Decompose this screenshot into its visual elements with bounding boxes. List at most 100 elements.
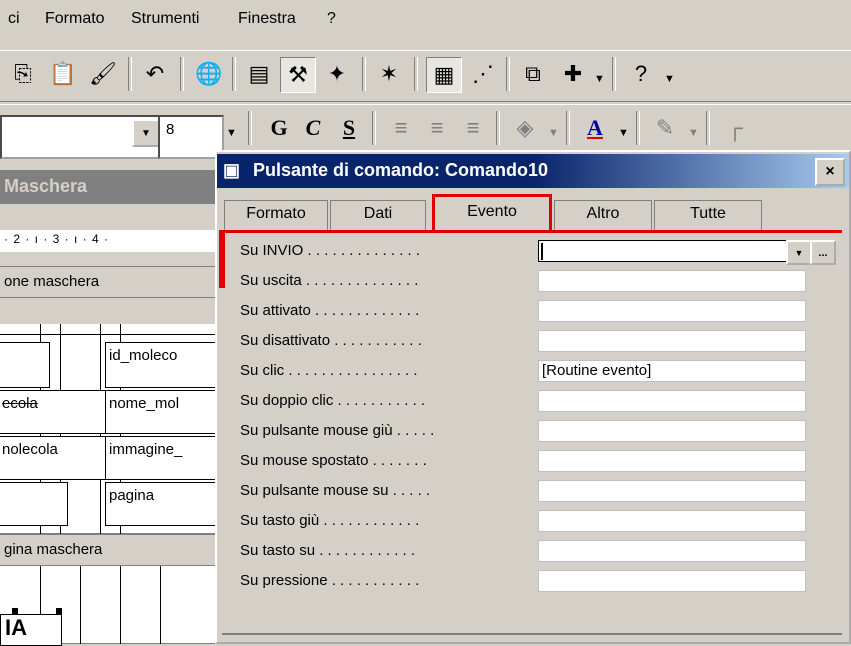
property-label: Su pulsante mouse giù . . . . .	[240, 422, 435, 439]
property-value-field[interactable]: [Routine evento]	[538, 360, 806, 382]
property-row[interactable]: Su INVIO . . . . . . . . . . . . . . ▼ .…	[240, 240, 840, 266]
detail-section[interactable]: id_moleco ecola nome_mol nolecola immagi…	[0, 324, 225, 534]
menu-item-strumenti-partial[interactable]: ci	[8, 10, 20, 28]
fill-color-icon[interactable]: ◈	[508, 111, 542, 145]
textbox-id-molecola[interactable]: id_moleco	[105, 342, 225, 388]
property-row[interactable]: Su tasto giù . . . . . . . . . . . .	[240, 510, 840, 536]
property-row[interactable]: Su pulsante mouse su . . . . .	[240, 480, 840, 506]
textbox-nome-molecola[interactable]: nome_mol	[105, 390, 225, 434]
selection-handle-icon[interactable]	[56, 608, 62, 614]
help-icon[interactable]: ?	[624, 57, 658, 91]
menu-item-formato[interactable]: Formato	[45, 10, 105, 28]
property-value-field[interactable]	[538, 330, 806, 352]
property-value-field[interactable]	[538, 540, 806, 562]
undo-icon[interactable]: ↶	[138, 57, 172, 91]
code-icon[interactable]: ✶	[372, 57, 406, 91]
property-row[interactable]: Su clic . . . . . . . . . . . . . . . . …	[240, 360, 840, 386]
paste-icon[interactable]: 📋	[46, 57, 80, 91]
property-label: Su tasto su . . . . . . . . . . . .	[240, 542, 416, 559]
copy-icon[interactable]: ⎘	[6, 57, 40, 91]
label-molecola[interactable]: ecola	[0, 390, 108, 434]
dialog-bottom-edge	[222, 633, 842, 635]
property-row[interactable]: Su doppio clic . . . . . . . . . . .	[240, 390, 840, 416]
chevron-down-icon[interactable]: ▼	[132, 119, 160, 147]
property-value-field[interactable]	[538, 510, 806, 532]
label-immagine-molecola[interactable]: nolecola	[0, 436, 108, 480]
property-label: Su clic . . . . . . . . . . . . . . . .	[240, 362, 418, 379]
tab-evento[interactable]: Evento	[432, 194, 552, 230]
property-value-field[interactable]	[538, 270, 806, 292]
text-caret	[541, 243, 543, 260]
menu-item-help[interactable]: ?	[327, 10, 336, 28]
form-header-section[interactable]: one maschera	[0, 266, 215, 298]
italic-button[interactable]: C	[296, 111, 330, 145]
standard-toolbar: ⎘ 📋 🖌 ↶ 🌐 ▤ ⚒ ✦ ✶ ▦ ⋰ ⧉ ✚ ▼ ? ▼	[0, 50, 851, 102]
line-color-icon[interactable]: ✎	[648, 111, 682, 145]
align-right-icon[interactable]: ≡	[456, 111, 490, 145]
property-row[interactable]: Su pulsante mouse giù . . . . .	[240, 420, 840, 446]
horizontal-ruler: · 2 · ı · 3 · ı · 4 ·	[0, 230, 215, 252]
chevron-down-icon[interactable]: ▼	[226, 127, 237, 139]
dropdown-button[interactable]: ▼	[786, 240, 812, 265]
border-width-icon[interactable]: ┌	[718, 111, 752, 145]
chevron-down-icon[interactable]: ▼	[548, 127, 559, 139]
menu-item-strumenti[interactable]: Strumenti	[131, 10, 199, 28]
property-label: Su doppio clic . . . . . . . . . . .	[240, 392, 426, 409]
label-control[interactable]	[0, 482, 68, 526]
property-label: Su tasto giù . . . . . . . . . . . .	[240, 512, 420, 529]
font-color-button[interactable]: A	[578, 111, 612, 145]
textbox-pagina[interactable]: pagina	[105, 482, 225, 526]
property-label: Su uscita . . . . . . . . . . . . . .	[240, 272, 419, 289]
label-control[interactable]	[0, 342, 50, 388]
property-label: Su disattivato . . . . . . . . . . .	[240, 332, 422, 349]
property-value-field[interactable]	[538, 570, 806, 592]
database-window-icon[interactable]: ⧉	[516, 57, 550, 91]
footer-control[interactable]: IA	[0, 614, 62, 646]
field-list-icon[interactable]: ▤	[242, 57, 276, 91]
menu-item-finestra[interactable]: Finestra	[238, 10, 296, 28]
textbox-immagine[interactable]: immagine_	[105, 436, 225, 480]
property-value-field[interactable]	[538, 450, 806, 472]
property-row[interactable]: Su mouse spostato . . . . . . .	[240, 450, 840, 476]
underline-button[interactable]: S	[332, 111, 366, 145]
tab-tutte[interactable]: Tutte	[654, 200, 762, 230]
tab-altro[interactable]: Altro	[554, 200, 652, 230]
property-row[interactable]: Su disattivato . . . . . . . . . . .	[240, 330, 840, 356]
property-row[interactable]: Su attivato . . . . . . . . . . . . .	[240, 300, 840, 326]
property-label: Su attivato . . . . . . . . . . . . .	[240, 302, 420, 319]
builder-button[interactable]: ...	[810, 240, 836, 265]
help-dropdown-icon[interactable]: ▼	[664, 73, 675, 85]
chevron-down-icon[interactable]: ▼	[688, 127, 699, 139]
toolbox-icon[interactable]: ⚒	[280, 57, 316, 93]
form-footer-section[interactable]: gina maschera	[0, 534, 215, 566]
new-object-icon[interactable]: ✚	[556, 57, 590, 91]
properties-icon[interactable]: ▦	[426, 57, 462, 93]
property-value-field[interactable]	[538, 480, 806, 502]
footer-section-area[interactable]: IA	[0, 566, 215, 646]
property-value-field[interactable]	[538, 300, 806, 322]
hyperlink-icon[interactable]: 🌐	[192, 57, 226, 91]
autoformat-icon[interactable]: ✦	[320, 57, 354, 91]
form-window-title: Maschera	[0, 170, 215, 204]
format-painter-icon[interactable]: 🖌	[86, 57, 120, 91]
menu-bar: ci Formato Strumenti Finestra ?	[0, 0, 851, 40]
tab-dati[interactable]: Dati	[330, 200, 426, 230]
selection-handle-icon[interactable]	[12, 608, 18, 614]
align-left-icon[interactable]: ≡	[384, 111, 418, 145]
dialog-title-bar[interactable]: ▣ Pulsante di comando: Comando10 ×	[217, 154, 849, 188]
font-name-combo[interactable]: ▼	[0, 115, 164, 159]
property-row[interactable]: Su pressione . . . . . . . . . . .	[240, 570, 840, 596]
align-center-icon[interactable]: ≡	[420, 111, 454, 145]
tab-formato[interactable]: Formato	[224, 200, 328, 230]
new-object-dropdown-icon[interactable]: ▼	[594, 73, 605, 85]
build-icon[interactable]: ⋰	[466, 57, 500, 91]
formatting-toolbar: ▼ 8 ▼ G C S ≡ ≡ ≡ ◈ ▼ A ▼ ✎ ▼ ┌	[0, 104, 851, 159]
bold-button[interactable]: G	[262, 111, 296, 145]
close-button[interactable]: ×	[815, 158, 845, 186]
property-row[interactable]: Su uscita . . . . . . . . . . . . . .	[240, 270, 840, 296]
command-button-icon: ▣	[223, 160, 241, 180]
property-row[interactable]: Su tasto su . . . . . . . . . . . .	[240, 540, 840, 566]
property-value-field[interactable]	[538, 390, 806, 412]
chevron-down-icon[interactable]: ▼	[618, 127, 629, 139]
property-value-field[interactable]	[538, 420, 806, 442]
